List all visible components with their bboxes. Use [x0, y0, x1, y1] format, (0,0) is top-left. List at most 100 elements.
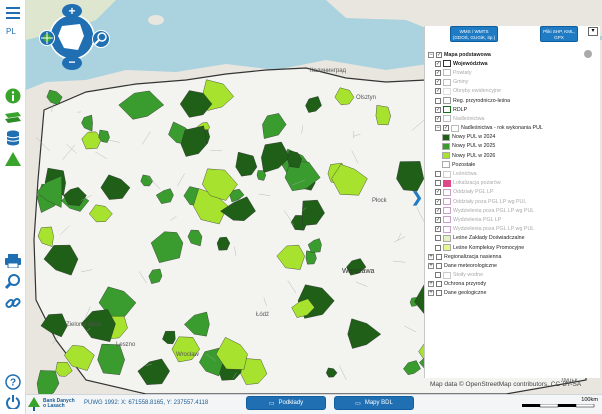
layer-row[interactable]: Nowy PUL w 2026	[428, 151, 598, 160]
layer-checkbox[interactable]	[435, 79, 441, 86]
layer-checkbox[interactable]	[435, 272, 441, 279]
app-root: PL ? Калининград Warszawa Olsztyn Луцьк …	[0, 0, 602, 414]
wms-button[interactable]: WMS / WMTS (GDOŚ, GUGiK, itp.)	[450, 26, 498, 42]
expand-icon[interactable]: +	[428, 281, 434, 288]
layer-row[interactable]: Powiaty	[428, 68, 598, 77]
layer-label: Leśnictwa	[453, 171, 477, 178]
map-label-plock: Płock	[372, 198, 387, 204]
layer-label: Leśne Zakłady Doświadczalne	[453, 235, 525, 242]
layer-row[interactable]: Nowy PUL w 2025	[428, 142, 598, 151]
zoom-out-icon[interactable]: −	[62, 56, 82, 70]
layer-row[interactable]: Oddziały poza PGL LP wg PUL	[428, 197, 598, 206]
print-icon[interactable]	[3, 251, 23, 271]
layer-row[interactable]: Nowy PUL w 2024	[428, 133, 598, 142]
layer-checkbox[interactable]	[435, 198, 441, 205]
layer-row[interactable]: Gminy	[428, 78, 598, 87]
layer-label: Dane meteorologiczne	[444, 262, 497, 269]
layer-label: Reg. przyrodniczo-leśna	[453, 97, 511, 104]
layer-row[interactable]: Obręby ewidencyjne	[428, 87, 598, 96]
layer-row[interactable]: Leśne Zakłady Doświadczalne	[428, 234, 598, 243]
info-icon[interactable]	[3, 86, 23, 106]
layer-checkbox[interactable]	[435, 189, 441, 196]
collapse-panel-icon[interactable]: ❯	[410, 186, 424, 208]
nadlesnictwo-polygon	[235, 151, 258, 177]
layer-row[interactable]: Wydzielenia poza PGL LP wg PUL	[428, 206, 598, 215]
help-icon[interactable]: ?	[3, 372, 23, 392]
layer-row[interactable]: + Regionalizacja nasienna	[428, 252, 598, 261]
layer-row[interactable]: − Mapa podstawowa	[428, 50, 598, 59]
mapy-bdl-label: Mapy BDL	[364, 400, 393, 406]
layer-checkbox[interactable]	[436, 51, 442, 58]
layer-checkbox[interactable]	[435, 244, 441, 251]
collapse-icon[interactable]: −	[428, 51, 434, 58]
mapy-bdl-button[interactable]: ▭ Mapy BDL	[334, 396, 414, 410]
expand-icon[interactable]: +	[428, 262, 434, 269]
layer-checkbox[interactable]	[435, 180, 441, 187]
layer-checkbox[interactable]	[435, 226, 441, 233]
layer-row[interactable]: − Nadleśnictwa - rok wykonania PUL	[428, 124, 598, 133]
layer-label: Nowy PUL w 2025	[452, 143, 496, 150]
layers-icon[interactable]	[3, 108, 23, 128]
layer-checkbox[interactable]	[443, 125, 449, 132]
forest-icon[interactable]	[3, 149, 23, 169]
layer-row[interactable]: RDLP	[428, 105, 598, 114]
layer-row[interactable]: Leśnictwa	[428, 169, 598, 178]
bdl-logo[interactable]: Bank Danych o Lasach	[28, 395, 80, 413]
layer-row[interactable]: Wydzielenia PGL LP	[428, 215, 598, 224]
pliki-button[interactable]: Pliki SHP, KML, GPX	[540, 26, 578, 42]
layer-row[interactable]: Stoiły wodne	[428, 271, 598, 280]
layer-checkbox[interactable]	[435, 69, 441, 76]
layer-checkbox[interactable]	[436, 290, 442, 297]
nadlesnictwo-polygon	[43, 244, 79, 276]
map-label-wroclaw: Wrocław	[176, 352, 199, 358]
zoom-box-icon[interactable]	[92, 30, 110, 48]
panel-dropdown-icon[interactable]: ▾	[588, 27, 598, 36]
podklady-label: Podkłady	[278, 400, 304, 406]
layer-row[interactable]: Pozostałe	[428, 160, 598, 169]
nadlesnictwo-polygon	[89, 204, 113, 223]
expand-icon[interactable]: +	[428, 253, 434, 260]
layer-row[interactable]: Lokalizacja pożarów	[428, 179, 598, 188]
menu-icon[interactable]	[3, 3, 23, 23]
layer-label: Oddziały PGL LP	[453, 189, 494, 196]
layer-checkbox[interactable]	[435, 235, 441, 242]
layer-row[interactable]: Wydzielenia poza PGL LP wg PUL	[428, 225, 598, 234]
nadlesnictwo-polygon	[150, 231, 184, 263]
layer-checkbox[interactable]	[436, 262, 442, 269]
layer-checkbox[interactable]	[435, 216, 441, 223]
link-icon[interactable]	[3, 293, 23, 313]
search-icon[interactable]	[3, 272, 23, 292]
layer-checkbox[interactable]	[435, 171, 441, 178]
layer-label: Stoiły wodne	[453, 272, 484, 279]
layer-row[interactable]: Leśne Kompleksy Promocyjne	[428, 243, 598, 252]
layer-row[interactable]: Oddziały PGL LP	[428, 188, 598, 197]
layer-row[interactable]: Reg. przyrodniczo-leśna	[428, 96, 598, 105]
expand-icon[interactable]: +	[428, 290, 434, 297]
layer-checkbox[interactable]	[435, 115, 441, 122]
layer-checkbox[interactable]	[435, 106, 441, 113]
layer-row[interactable]: Województwa	[428, 59, 598, 68]
zoom-in-icon[interactable]: +	[62, 4, 82, 18]
database-icon[interactable]	[3, 128, 23, 148]
nadlesnictwo-polygon	[81, 114, 93, 132]
layer-label: Nowy PUL w 2026	[452, 152, 496, 159]
collapse-icon[interactable]: −	[435, 125, 441, 132]
layer-checkbox[interactable]	[436, 281, 442, 288]
nadlesnictwo-polygon	[40, 313, 68, 338]
layer-checkbox[interactable]	[435, 207, 441, 214]
layer-checkbox[interactable]	[435, 88, 441, 95]
layer-label: Leśne Kompleksy Promocyjne	[453, 244, 525, 251]
full-extent-icon[interactable]	[39, 30, 55, 46]
layer-checkbox[interactable]	[435, 60, 441, 67]
layer-row[interactable]: + Dane geologiczne	[428, 289, 598, 298]
layer-row[interactable]: + Dane meteorologiczne	[428, 261, 598, 270]
layer-row[interactable]: Nadleśnictwa	[428, 114, 598, 123]
layer-checkbox[interactable]	[435, 97, 441, 104]
language-switch[interactable]: PL	[6, 27, 16, 36]
layer-checkbox[interactable]	[436, 253, 442, 260]
podklady-button[interactable]: ▭ Podkłady	[246, 396, 326, 410]
logout-icon[interactable]	[3, 392, 23, 412]
nadlesnictwo-polygon	[325, 367, 338, 378]
layer-row[interactable]: + Ochrona przyrody	[428, 280, 598, 289]
layer-label: Wydzielenia poza PGL LP wg PUL	[453, 207, 535, 214]
